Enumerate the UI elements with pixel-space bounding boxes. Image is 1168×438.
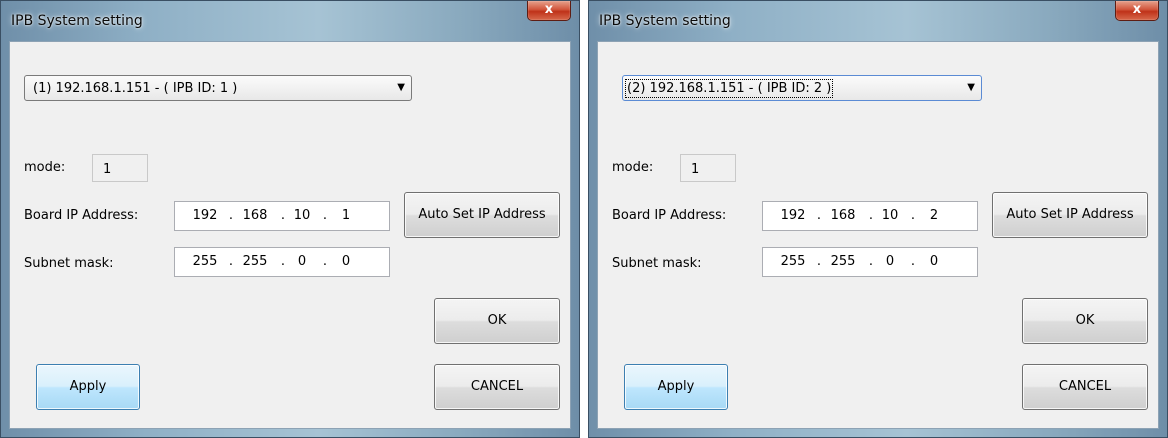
ip-dot: . bbox=[228, 254, 234, 269]
ip-dot: . bbox=[816, 254, 822, 269]
board-ip-octet-2[interactable]: 168 bbox=[237, 208, 273, 223]
mode-label: mode: bbox=[612, 160, 654, 175]
subnet-octet-2[interactable]: 255 bbox=[825, 254, 861, 269]
ip-dot: . bbox=[322, 208, 328, 223]
cancel-button[interactable]: CANCEL bbox=[1022, 364, 1148, 410]
apply-button[interactable]: Apply bbox=[624, 364, 728, 410]
board-ip-field[interactable]: 192 . 168 . 10 . 1 bbox=[174, 201, 390, 231]
ip-dot: . bbox=[816, 208, 822, 223]
ip-dot: . bbox=[868, 208, 874, 223]
subnet-octet-1[interactable]: 255 bbox=[775, 254, 811, 269]
auto-set-ip-button[interactable]: Auto Set IP Address bbox=[404, 192, 560, 238]
board-ip-octet-2[interactable]: 168 bbox=[825, 208, 861, 223]
subnet-octet-3[interactable]: 0 bbox=[289, 254, 315, 269]
board-ip-label: Board IP Address: bbox=[612, 208, 727, 223]
ip-dot: . bbox=[868, 254, 874, 269]
subnet-mask-label: Subnet mask: bbox=[24, 256, 114, 271]
mode-label: mode: bbox=[24, 160, 66, 175]
ip-dot: . bbox=[280, 208, 286, 223]
subnet-octet-4[interactable]: 0 bbox=[921, 254, 947, 269]
chevron-down-icon[interactable]: ▼ bbox=[967, 82, 975, 94]
dialog-client-area: (1) 192.168.1.151 - ( IPB ID: 1 ) ▼ mode… bbox=[9, 41, 571, 429]
chevron-down-icon[interactable]: ▼ bbox=[397, 82, 405, 94]
close-button[interactable]: x bbox=[1115, 1, 1159, 21]
subnet-octet-3[interactable]: 0 bbox=[877, 254, 903, 269]
ip-dot: . bbox=[910, 254, 916, 269]
board-ip-field[interactable]: 192 . 168 . 10 . 2 bbox=[762, 201, 978, 231]
board-ip-octet-4[interactable]: 2 bbox=[921, 208, 947, 223]
board-ip-octet-4[interactable]: 1 bbox=[333, 208, 359, 223]
close-button[interactable]: x bbox=[527, 1, 571, 21]
subnet-mask-label: Subnet mask: bbox=[612, 256, 702, 271]
board-ip-label: Board IP Address: bbox=[24, 208, 139, 223]
window-title: IPB System setting bbox=[599, 13, 731, 29]
ok-button[interactable]: OK bbox=[1022, 298, 1148, 344]
board-ip-octet-1[interactable]: 192 bbox=[775, 208, 811, 223]
close-icon: x bbox=[1132, 2, 1142, 17]
device-select-value: (1) 192.168.1.151 - ( IPB ID: 1 ) bbox=[33, 81, 238, 96]
mode-value: 1 bbox=[691, 162, 700, 177]
dialog-client-area: (2) 192.168.1.151 - ( IPB ID: 2 ) ▼ mode… bbox=[597, 41, 1159, 429]
device-select[interactable]: (1) 192.168.1.151 - ( IPB ID: 1 ) ▼ bbox=[24, 75, 412, 101]
ipb-settings-dialog-2: IPB System setting x (2) 192.168.1.151 -… bbox=[588, 0, 1168, 438]
mode-value: 1 bbox=[103, 162, 112, 177]
apply-button[interactable]: Apply bbox=[36, 364, 140, 410]
subnet-octet-4[interactable]: 0 bbox=[333, 254, 359, 269]
ipb-settings-dialog-1: IPB System setting x (1) 192.168.1.151 -… bbox=[0, 0, 580, 438]
subnet-octet-2[interactable]: 255 bbox=[237, 254, 273, 269]
subnet-mask-field[interactable]: 255 . 255 . 0 . 0 bbox=[762, 247, 978, 277]
mode-field: 1 bbox=[92, 154, 148, 182]
auto-set-ip-button[interactable]: Auto Set IP Address bbox=[992, 192, 1148, 238]
device-select-value: (2) 192.168.1.151 - ( IPB ID: 2 ) bbox=[624, 79, 834, 98]
device-select[interactable]: (2) 192.168.1.151 - ( IPB ID: 2 ) ▼ bbox=[622, 75, 982, 101]
subnet-mask-field[interactable]: 255 . 255 . 0 . 0 bbox=[174, 247, 390, 277]
board-ip-octet-3[interactable]: 10 bbox=[289, 208, 315, 223]
board-ip-octet-1[interactable]: 192 bbox=[187, 208, 223, 223]
ok-button[interactable]: OK bbox=[434, 298, 560, 344]
board-ip-octet-3[interactable]: 10 bbox=[877, 208, 903, 223]
ip-dot: . bbox=[280, 254, 286, 269]
title-bar[interactable]: IPB System setting x bbox=[589, 1, 1167, 41]
subnet-octet-1[interactable]: 255 bbox=[187, 254, 223, 269]
ip-dot: . bbox=[322, 254, 328, 269]
title-bar[interactable]: IPB System setting x bbox=[1, 1, 579, 41]
ip-dot: . bbox=[228, 208, 234, 223]
close-icon: x bbox=[544, 2, 554, 17]
mode-field: 1 bbox=[680, 154, 736, 182]
window-title: IPB System setting bbox=[11, 13, 143, 29]
cancel-button[interactable]: CANCEL bbox=[434, 364, 560, 410]
ip-dot: . bbox=[910, 208, 916, 223]
